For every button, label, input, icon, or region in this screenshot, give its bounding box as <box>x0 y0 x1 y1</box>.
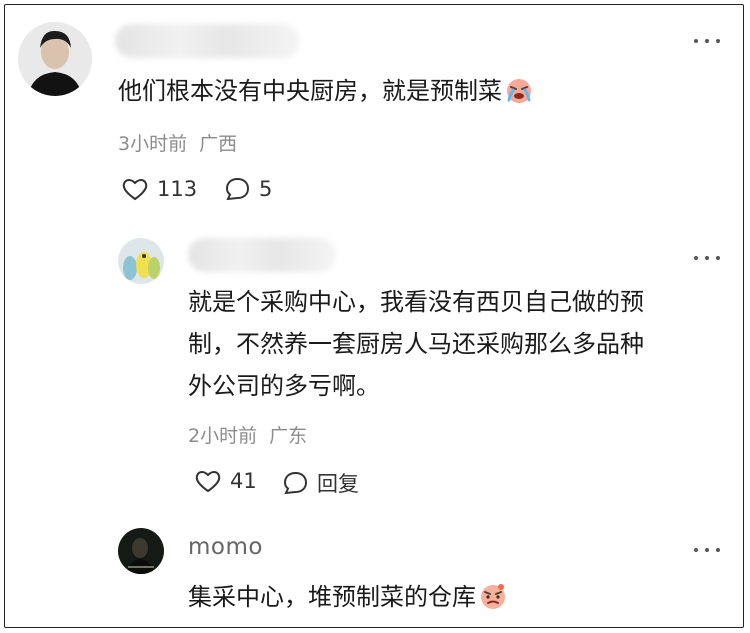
reply-count: 5 <box>259 177 273 201</box>
reply-label: 回复 <box>317 472 359 496</box>
username-blurred <box>115 24 300 58</box>
reply-text: 就是个采购中心，我看没有西贝自己做的预 制，不然养一套厨房人马还采购那么多品种 … <box>188 288 644 400</box>
reply-time: 2小时前 <box>188 425 258 447</box>
reply-location: 广东 <box>269 425 308 447</box>
like-button[interactable]: 113 <box>121 176 197 202</box>
crying-face-emoji <box>504 75 534 118</box>
like-count: 113 <box>157 177 198 201</box>
username-blurred <box>188 238 336 272</box>
comment-meta: 3小时前 广西 <box>118 129 237 156</box>
more-options-icon[interactable] <box>694 546 720 554</box>
reply-text: 集采中心，堆预制菜的仓库 <box>188 576 508 624</box>
heart-icon <box>122 179 148 201</box>
comment-text: 他们根本没有中央厨房，就是预制菜 <box>118 70 534 118</box>
reply-button[interactable]: 回复 <box>282 468 359 498</box>
avatar[interactable] <box>118 528 164 574</box>
like-button[interactable]: 41 <box>194 468 257 494</box>
more-options-icon[interactable] <box>694 254 720 262</box>
comment-location: 广西 <box>199 133 238 155</box>
username[interactable]: momo <box>188 534 263 560</box>
reply-button[interactable]: 5 <box>224 176 272 202</box>
like-count: 41 <box>230 469 257 493</box>
comment-bubble-icon <box>283 471 308 495</box>
more-options-icon[interactable] <box>694 37 720 45</box>
reply-meta: 2小时前 广东 <box>188 421 307 448</box>
comment-time: 3小时前 <box>118 133 188 155</box>
avatar[interactable] <box>118 238 164 284</box>
heart-icon <box>195 471 221 493</box>
comment-bubble-icon <box>225 177 250 201</box>
avatar[interactable] <box>18 22 92 96</box>
annoyed-face-emoji <box>478 581 508 624</box>
